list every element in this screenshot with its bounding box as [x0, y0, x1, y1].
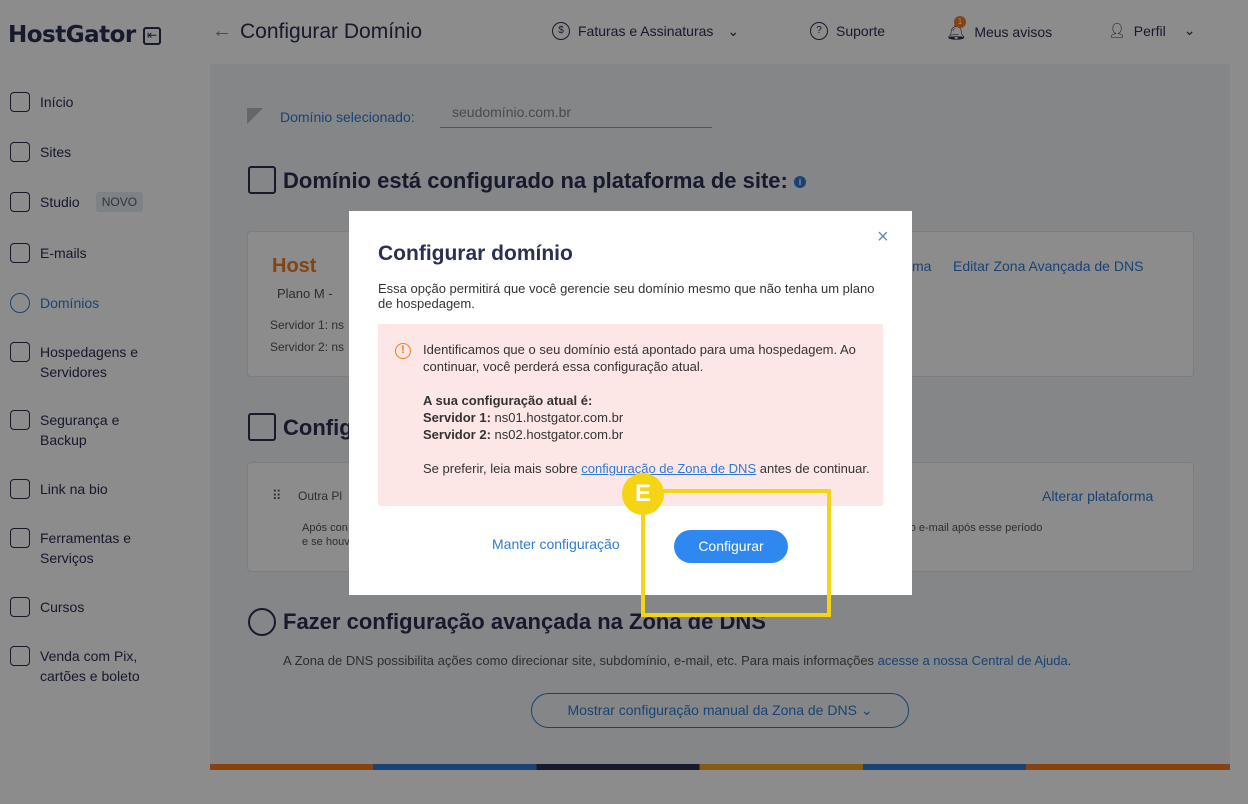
- modal-description: Essa opção permitirá que você gerencie s…: [378, 281, 875, 311]
- modal-title: Configurar domínio: [378, 242, 573, 265]
- alert-body: Identificamos que o seu domínio está apo…: [423, 341, 873, 477]
- keep-configuration-button[interactable]: Manter configuração: [492, 536, 620, 552]
- server2-line: Servidor 2: ns02.hostgator.com.br: [423, 426, 873, 443]
- dns-zone-link[interactable]: configuração de Zona de DNS: [581, 461, 756, 476]
- server1-value: ns01.hostgator.com.br: [490, 410, 624, 425]
- warning-icon: !: [395, 343, 411, 359]
- close-icon[interactable]: ×: [877, 227, 889, 247]
- server1-label: Servidor 1:: [423, 410, 491, 425]
- current-config-label: A sua configuração atual é:: [423, 393, 593, 408]
- server2-value: ns02.hostgator.com.br: [490, 427, 624, 442]
- alert-message: Identificamos que o seu domínio está apo…: [423, 342, 856, 374]
- server1-line: Servidor 1: ns01.hostgator.com.br: [423, 409, 873, 426]
- highlight-box: [641, 489, 831, 617]
- server2-label: Servidor 2:: [423, 427, 491, 442]
- step-badge: E: [622, 473, 664, 515]
